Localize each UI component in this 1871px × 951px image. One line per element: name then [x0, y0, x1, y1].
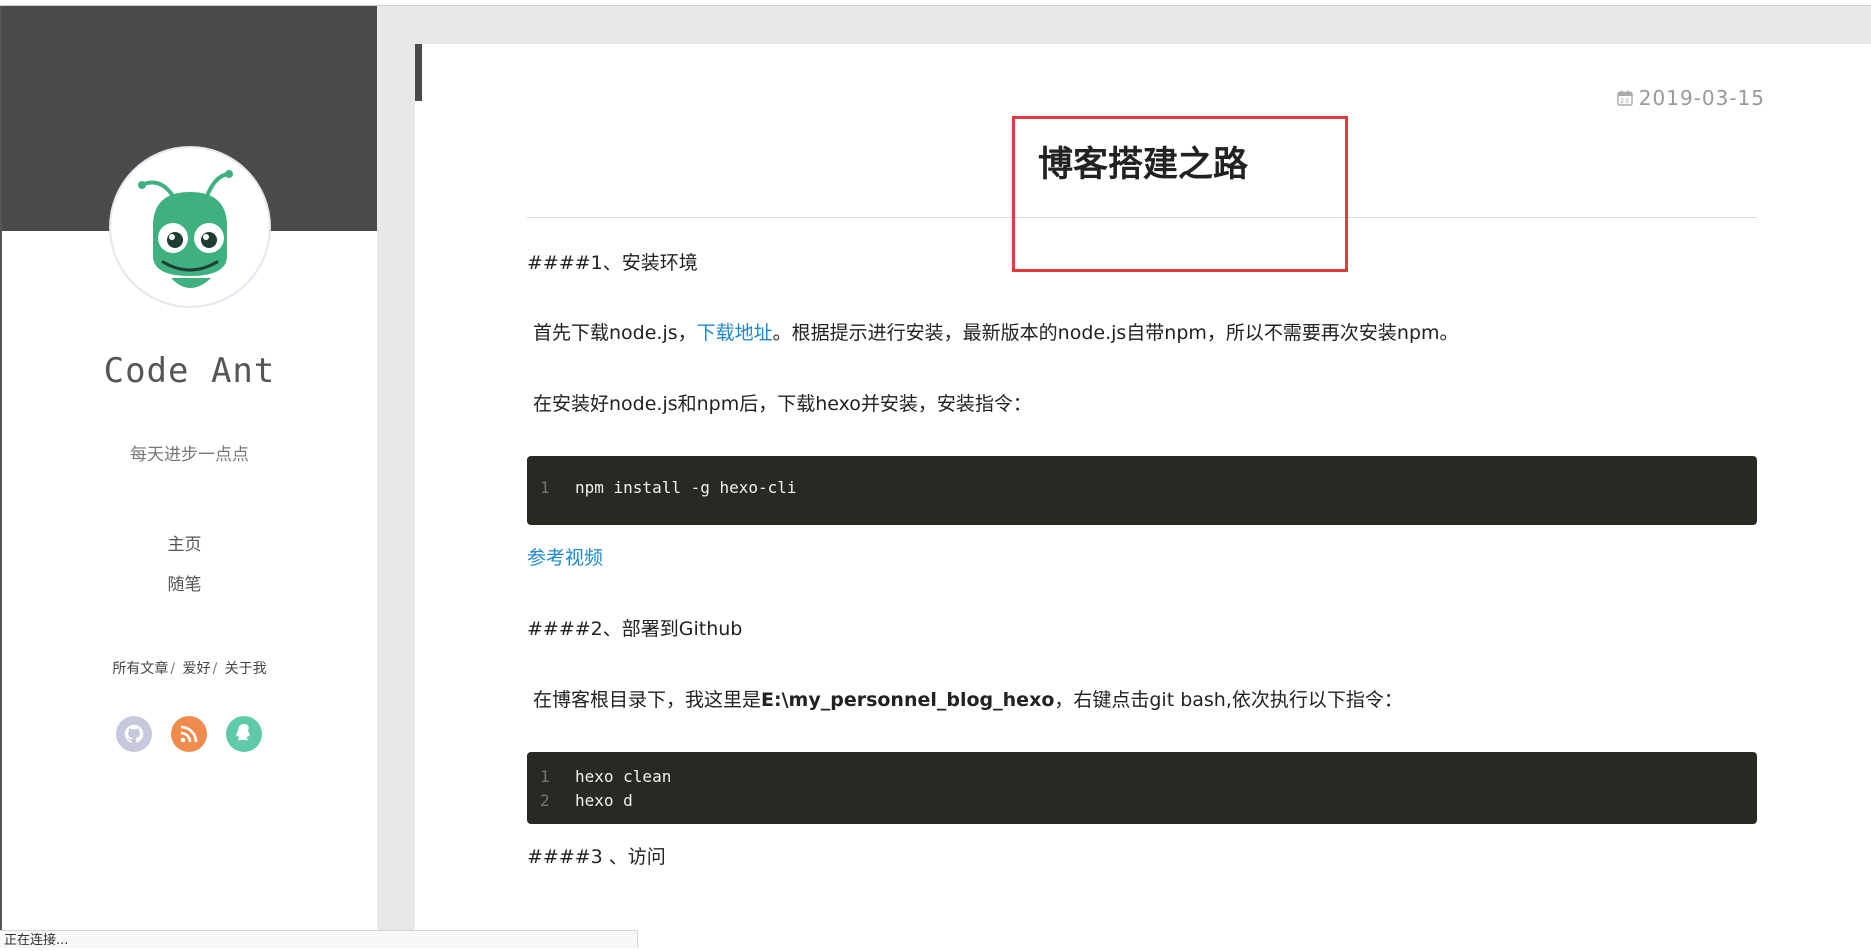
link-separator: /	[170, 661, 176, 677]
paragraph-text: 。根据提示进行安装，最新版本的node.js自带npm，所以不需要再次安装npm…	[772, 322, 1459, 344]
article-accent-bar	[415, 44, 422, 101]
path-text: E:\my_personnel_blog_hexo	[761, 689, 1055, 711]
ant-logo-icon	[138, 170, 233, 288]
svg-text:23: 23	[1620, 98, 1630, 105]
rss-icon[interactable]	[171, 716, 207, 752]
code-text: npm install -g hexo-cli	[575, 478, 797, 497]
site-title[interactable]: Code Ant	[2, 351, 377, 391]
status-bar: 正在连接...	[0, 930, 638, 948]
download-link[interactable]: 下载地址	[697, 322, 773, 344]
reference-video-link[interactable]: 参考视频	[527, 543, 603, 570]
code-text: hexo clean	[575, 767, 672, 786]
qq-icon[interactable]	[226, 716, 262, 752]
sidebar-nav: 主页 随笔	[2, 525, 367, 605]
social-links	[116, 716, 276, 756]
paragraph-download: 首先下载node.js，下载地址。根据提示进行安装，最新版本的node.js自带…	[533, 318, 1459, 345]
sidebar: Code Ant 每天进步一点点 主页 随笔 所有文章 / 爱好 / 关于我	[0, 6, 377, 948]
heading-visit: ####3 、访问	[527, 846, 666, 868]
link-about-me[interactable]: 关于我	[225, 661, 267, 677]
post-date: 23 2019-03-15	[1617, 86, 1765, 110]
code-line: 1 hexo clean	[527, 765, 1757, 789]
calendar-icon: 23	[1617, 90, 1633, 106]
sidebar-links: 所有文章 / 爱好 / 关于我	[2, 658, 377, 678]
line-number: 1	[540, 478, 550, 497]
link-separator: /	[212, 661, 218, 677]
code-text: hexo d	[575, 791, 633, 810]
code-block-install: 1 npm install -g hexo-cli	[527, 456, 1757, 525]
highlight-box	[1012, 116, 1348, 272]
post-date-text: 2019-03-15	[1638, 86, 1765, 110]
heading-deploy: ####2、部署到Github	[527, 618, 743, 640]
line-number: 1	[540, 767, 550, 786]
paragraph-text: 首先下载node.js，	[533, 322, 697, 344]
code-line: 1 npm install -g hexo-cli	[527, 476, 1757, 500]
link-all-posts[interactable]: 所有文章	[112, 661, 168, 677]
paragraph-text: 在博客根目录下，我这里是	[533, 689, 762, 711]
link-hobbies[interactable]: 爱好	[183, 661, 211, 677]
code-block-deploy: 1 hexo clean 2 hexo d	[527, 752, 1757, 824]
avatar[interactable]	[111, 148, 269, 306]
line-number: 2	[540, 791, 550, 810]
paragraph-text: ，右键点击git bash,依次执行以下指令：	[1054, 689, 1403, 711]
code-line: 2 hexo d	[527, 789, 1757, 813]
site-subtitle: 每天进步一点点	[130, 445, 249, 465]
paragraph-deploy: 在博客根目录下，我这里是E:\my_personnel_blog_hexo，右键…	[533, 685, 1403, 712]
paragraph-install-hexo: 在安装好node.js和npm后，下载hexo并安装，安装指令：	[533, 393, 1032, 415]
nav-item-home[interactable]: 主页	[2, 525, 367, 565]
github-icon[interactable]	[116, 716, 152, 752]
nav-item-essays[interactable]: 随笔	[2, 565, 367, 605]
heading-install: ####1、安装环境	[527, 252, 698, 274]
